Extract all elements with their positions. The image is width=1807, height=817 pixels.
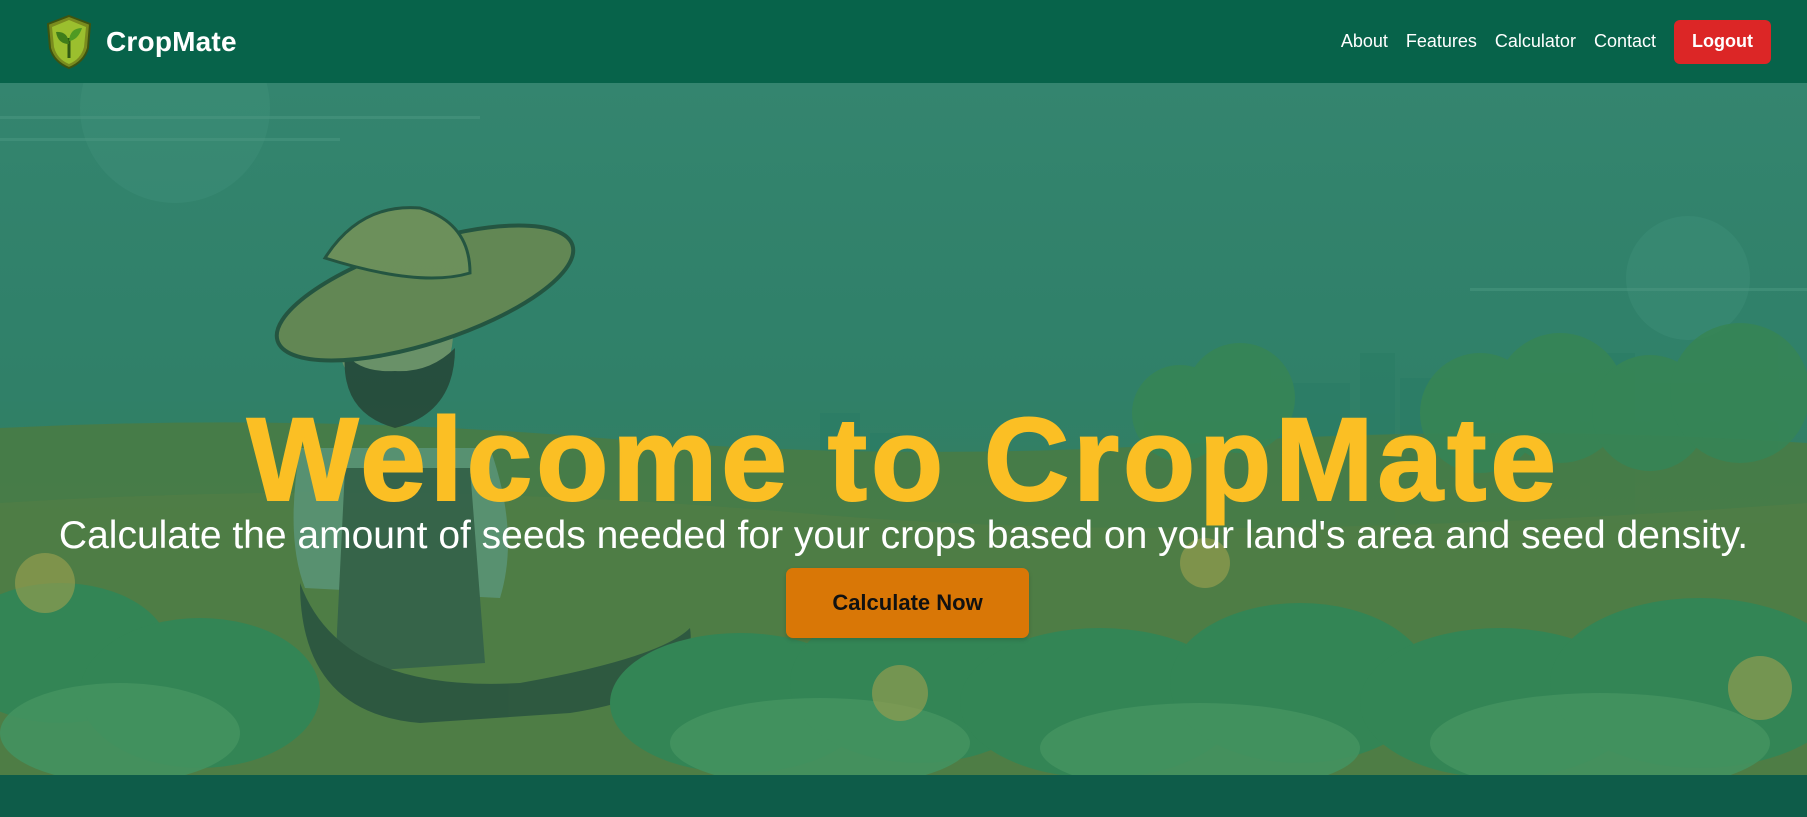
nav-link-contact[interactable]: Contact <box>1594 31 1656 52</box>
nav-link-features[interactable]: Features <box>1406 31 1477 52</box>
hero-section: Welcome to CropMate Calculate the amount… <box>0 83 1807 775</box>
hero-title: Welcome to CropMate <box>246 394 1560 526</box>
main-nav: About Features Calculator Contact Logout <box>1323 19 1771 64</box>
brand-name: CropMate <box>106 25 237 57</box>
logout-button[interactable]: Logout <box>1674 19 1771 64</box>
calculate-now-button[interactable]: Calculate Now <box>786 568 1029 638</box>
hero-subtitle: Calculate the amount of seeds needed for… <box>58 514 1749 557</box>
hero-content: Welcome to CropMate Calculate the amount… <box>0 83 1807 775</box>
navbar: CropMate About Features Calculator Conta… <box>0 0 1807 83</box>
brand[interactable]: CropMate <box>44 14 237 70</box>
nav-link-calculator[interactable]: Calculator <box>1495 31 1576 52</box>
nav-link-about[interactable]: About <box>1341 31 1388 52</box>
bottom-band <box>0 775 1807 817</box>
leaf-shield-icon <box>46 14 92 69</box>
